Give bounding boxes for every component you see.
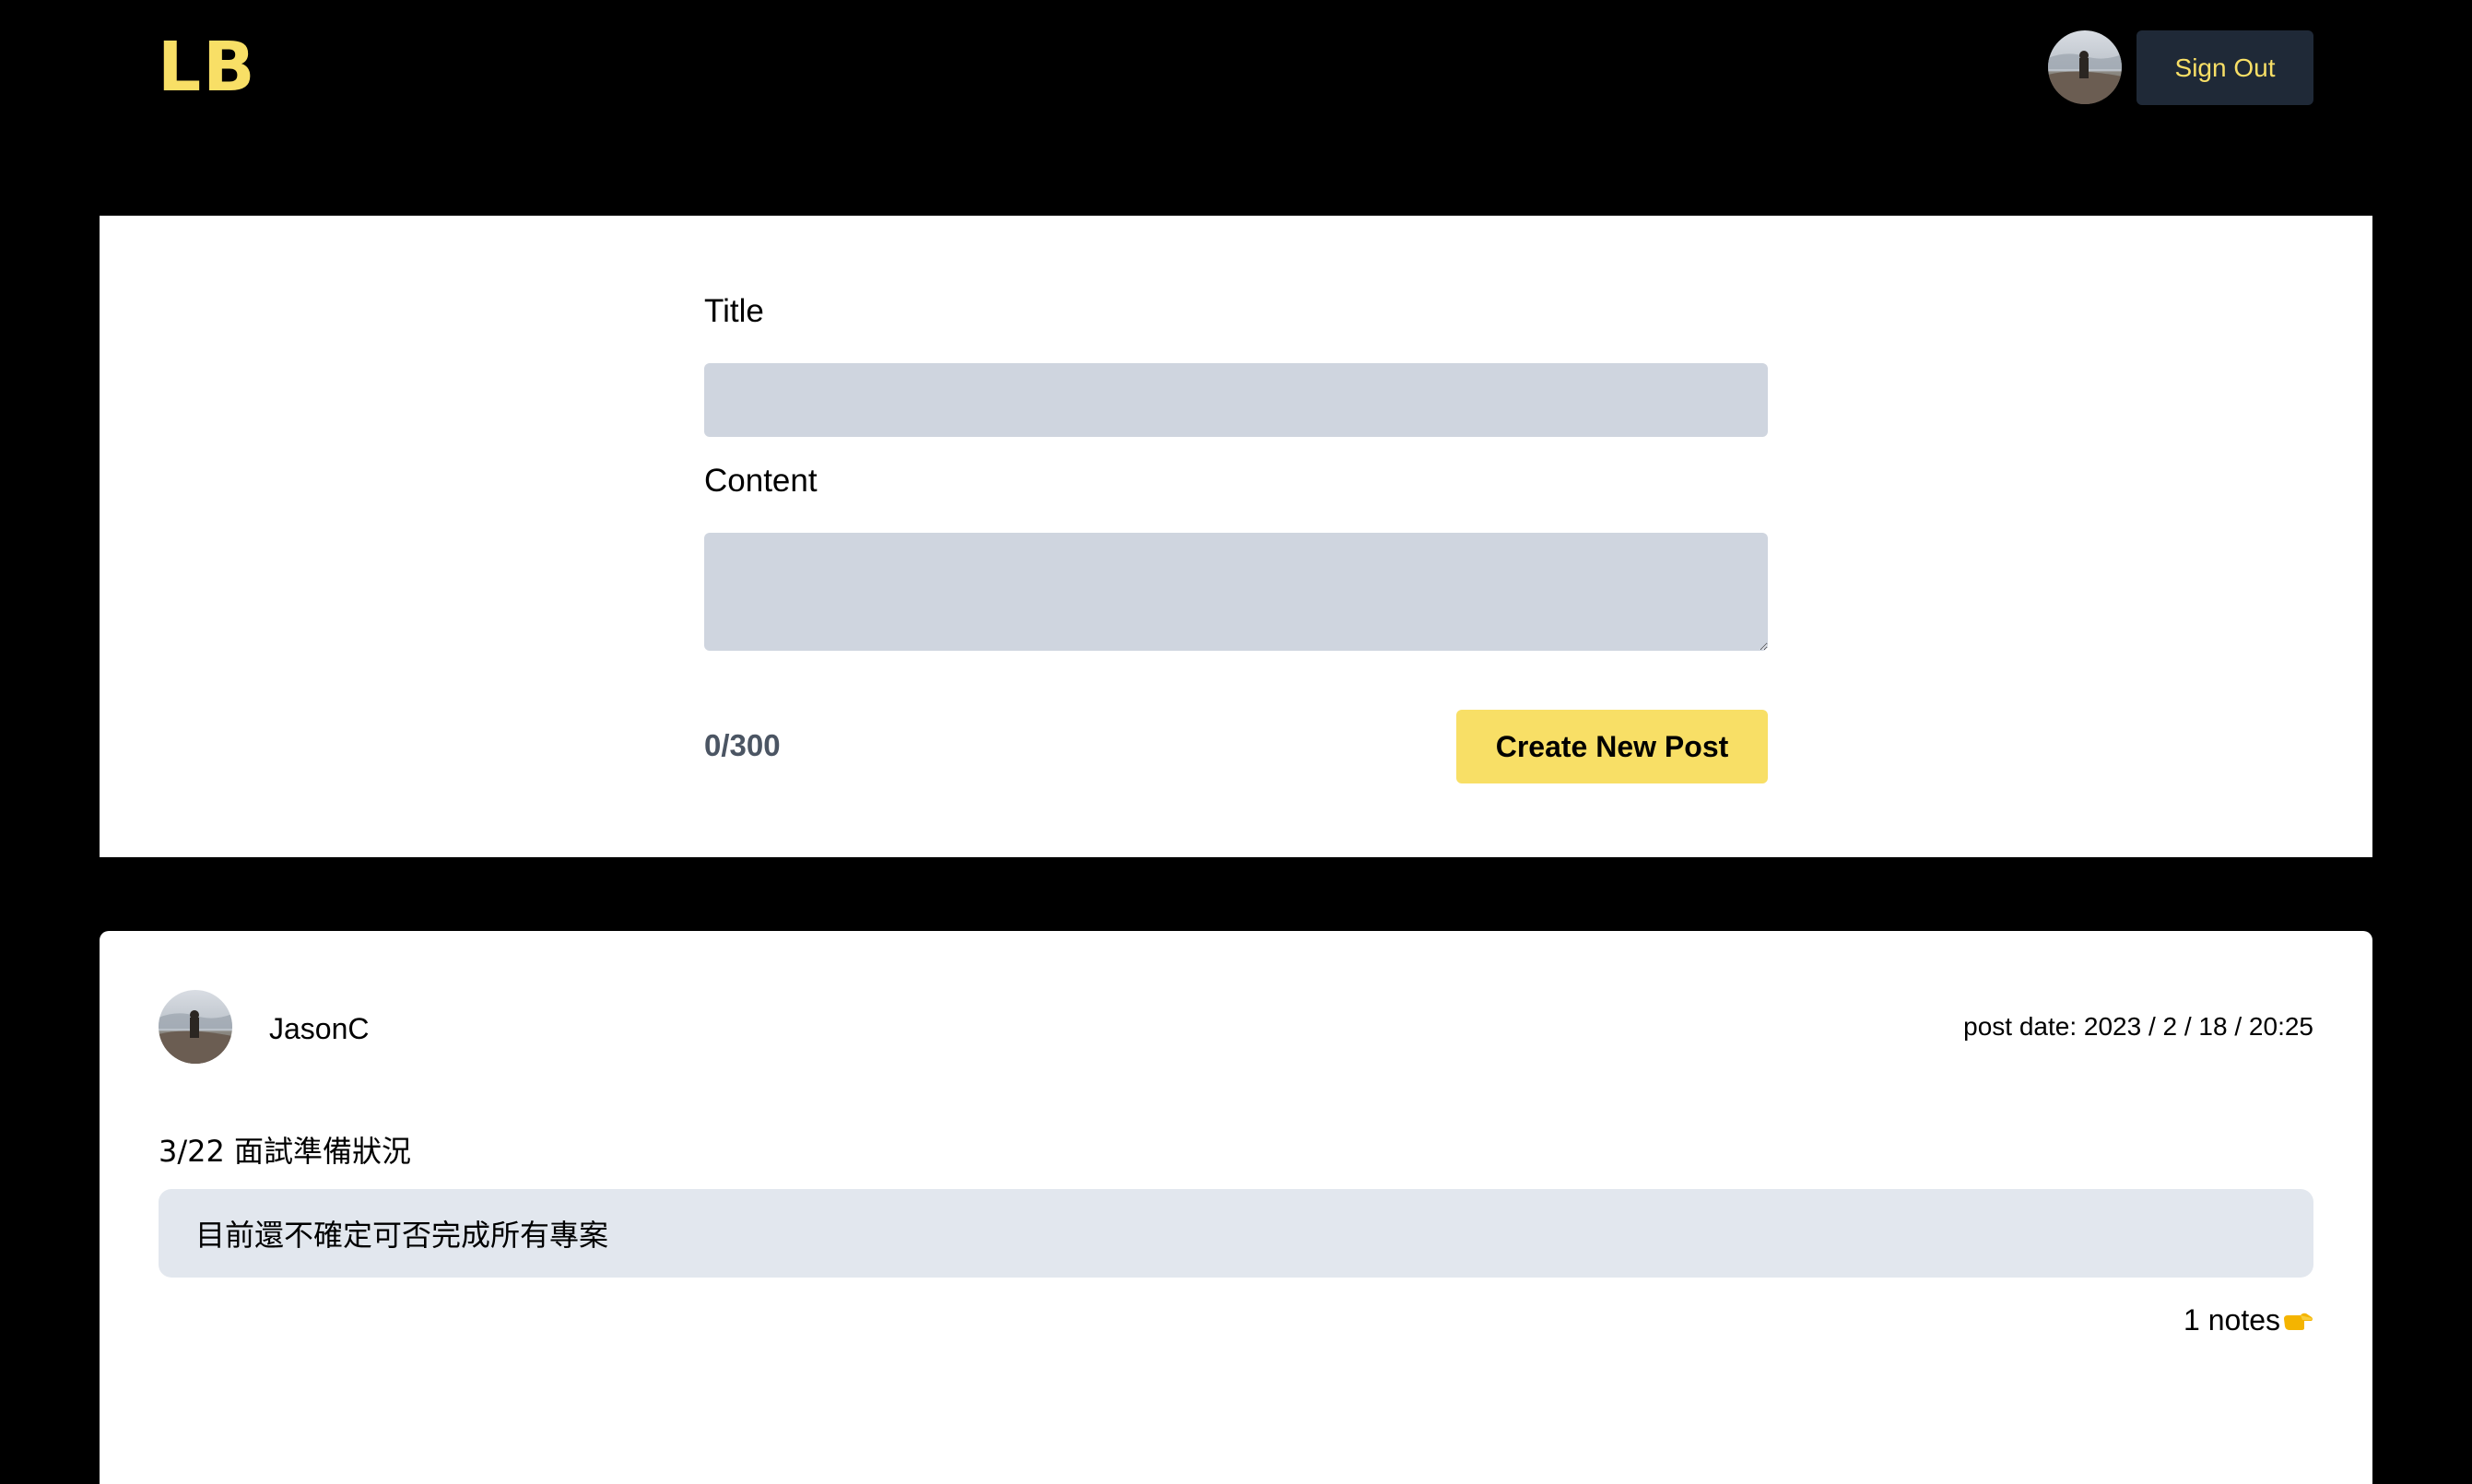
pointing-hand-icon <box>2284 1313 2313 1330</box>
post-card: JasonC post date: 2023 / 2 / 18 / 20:25 … <box>100 931 2372 1484</box>
user-avatar[interactable] <box>2048 30 2122 104</box>
notes-link[interactable]: 1 notes <box>2184 1303 2313 1337</box>
post-date: post date: 2023 / 2 / 18 / 20:25 <box>1963 1012 2313 1041</box>
sign-out-button[interactable]: Sign Out <box>2137 30 2313 105</box>
post-content: 目前還不確定可否完成所有專案 <box>159 1189 2313 1278</box>
notes-count: 1 notes <box>2184 1303 2280 1337</box>
avatar-photo-icon <box>159 990 232 1064</box>
post-author-name: JasonC <box>269 1012 370 1045</box>
top-navbar: LB Sign Out <box>0 0 2472 138</box>
new-post-form: Title Content 0/300 Create New Post <box>100 216 2372 857</box>
post-content-text: 目前還不確定可否完成所有專案 <box>195 1218 609 1253</box>
avatar-photo-icon <box>2048 30 2122 104</box>
title-label: Title <box>704 293 764 329</box>
title-input[interactable] <box>704 363 1768 437</box>
logo[interactable]: LB <box>158 28 257 107</box>
post-author-avatar[interactable] <box>159 990 232 1064</box>
character-counter: 0/300 <box>704 728 781 762</box>
content-textarea[interactable] <box>704 533 1768 651</box>
post-title: 3/22 面試準備狀況 <box>159 1134 412 1169</box>
content-label: Content <box>704 463 818 499</box>
create-new-post-button[interactable]: Create New Post <box>1456 710 1768 783</box>
